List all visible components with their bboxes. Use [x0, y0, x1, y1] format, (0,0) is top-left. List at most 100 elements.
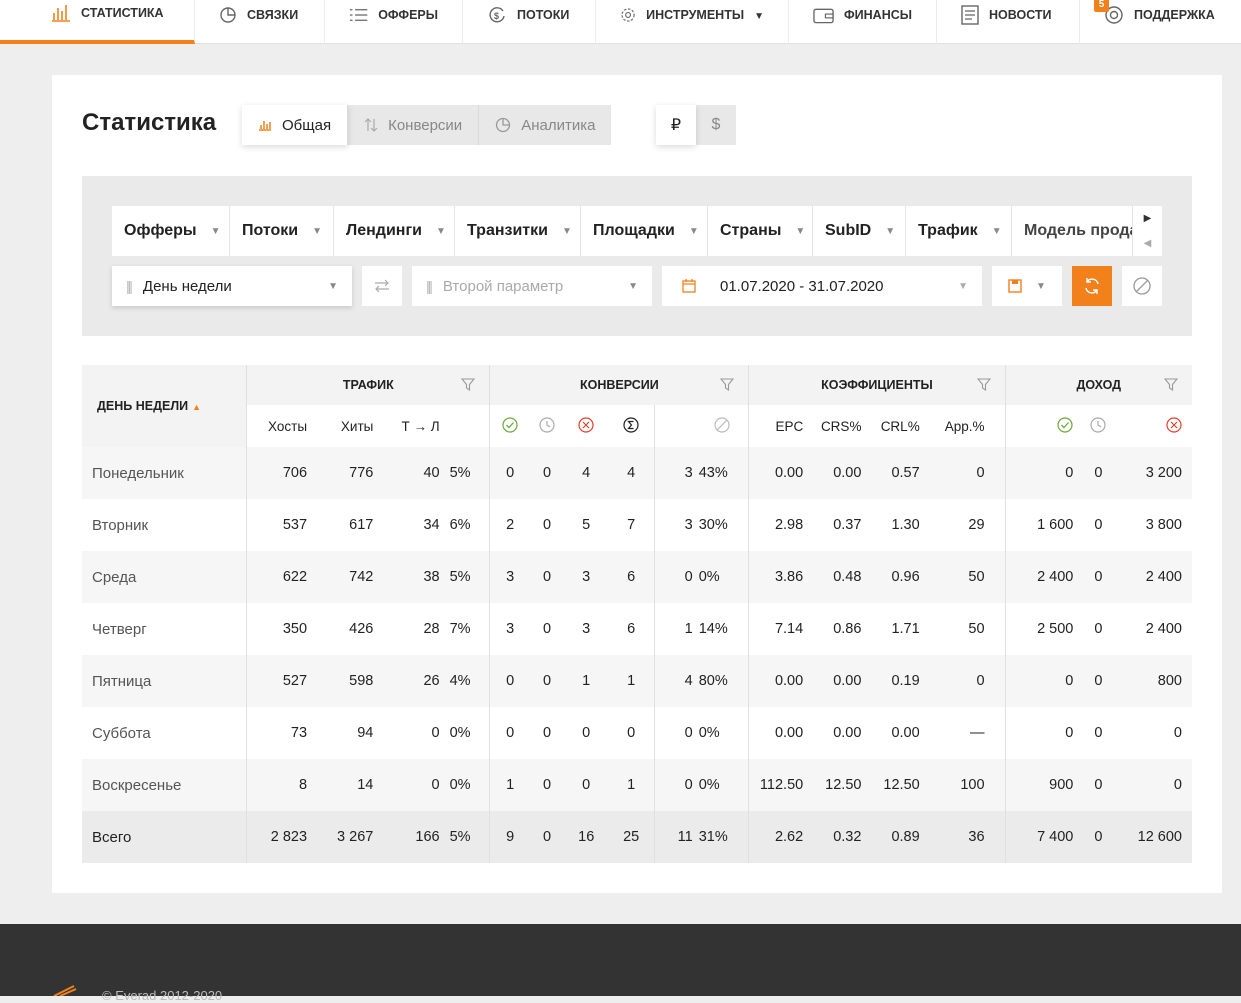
no-entry-icon	[714, 416, 731, 433]
tab-general[interactable]: Общая	[242, 105, 349, 145]
cell-crs: 0.37	[833, 517, 862, 533]
cell-tl: 40	[383, 447, 440, 499]
filter-tab-sites[interactable]: Площадки ▼	[581, 206, 708, 256]
cell-crl: 1.30	[891, 517, 920, 533]
chevron-down-icon: ▼	[628, 280, 638, 292]
filter-tab-flows[interactable]: Потоки ▼	[230, 206, 334, 256]
filter-tab-subid[interactable]: SubID ▼	[813, 206, 906, 256]
filter-tab-landings[interactable]: Лендинги ▼	[334, 206, 455, 256]
cell-inc_rej: 3 200	[1113, 447, 1192, 499]
table-row: Понедельник 706 776 40 5% 0 0 4 4 3 43% 0.00 0.00 0.5…	[82, 447, 1192, 499]
col-pending[interactable]	[529, 405, 565, 447]
cell-c_ok: 3	[489, 551, 530, 603]
nav-tools[interactable]: Инструменты ▼	[596, 0, 789, 44]
col-crl[interactable]: CRL%	[871, 405, 930, 447]
col-epc[interactable]: EPC	[748, 405, 814, 447]
cell-app: 50	[929, 551, 1006, 603]
filter-funnel-icon[interactable]	[720, 378, 735, 391]
filter-tab-sales-model[interactable]: Модель прода	[1012, 206, 1150, 256]
currency-usd[interactable]: $	[696, 105, 736, 145]
cell-tlp: 5%	[439, 447, 491, 499]
table-row: Суббота 73 94 0 0% 0 0 0 0 0 0% 0.00 0.00 0.00—0 0 0	[82, 707, 1192, 759]
arrow-right-icon[interactable]: ▶	[1133, 206, 1162, 231]
cell-trash: 11	[654, 811, 699, 863]
currency-rub[interactable]: ₽	[656, 105, 696, 145]
group-traffic: Трафик	[246, 365, 491, 405]
gear-icon	[621, 8, 635, 22]
tab-analytics[interactable]: Аналитика	[479, 105, 611, 145]
cell-c_wait: 0	[543, 517, 552, 533]
nav-links[interactable]: Связки	[195, 0, 325, 44]
footer: © Everad 2012-2020	[0, 924, 1241, 1003]
tab-conversions[interactable]: Конверсии	[348, 105, 480, 145]
row-day-label: Четверг	[82, 603, 248, 655]
cell-c_rej: 1	[564, 655, 609, 707]
cell-app: 50	[929, 603, 1006, 655]
cell-crl: 0.89	[871, 811, 930, 863]
second-param-select[interactable]: ||| Второй параметр ▼	[412, 266, 652, 306]
cell-tl: 26	[383, 655, 440, 707]
cell-c_wait: 0	[529, 551, 565, 603]
arrow-left-icon[interactable]: ◀	[1133, 231, 1162, 256]
col-hits[interactable]: Хиты	[317, 405, 384, 447]
cell-hits: 94	[357, 725, 374, 741]
cell-tlp: 6%	[439, 499, 491, 551]
nav-finance[interactable]: Финансы	[789, 0, 937, 44]
chevron-down-icon: ▼	[210, 225, 221, 237]
col-trash[interactable]	[698, 405, 750, 447]
cell-c_wait: 0	[529, 447, 565, 499]
cell-c_ok: 1	[489, 759, 530, 811]
cell-c_rej: 0	[564, 759, 609, 811]
chevron-down-icon: ▼	[435, 225, 446, 237]
date-range-picker[interactable]: 01.07.2020 - 31.07.2020 ▼	[662, 266, 982, 306]
nav-flows[interactable]: $ Потоки	[463, 0, 596, 44]
col-transit-landing[interactable]: Т → Л	[383, 405, 440, 447]
cell-inc_ok: 900	[1005, 759, 1084, 811]
cell-app: 100	[929, 759, 1006, 811]
filter-funnel-icon[interactable]	[461, 378, 476, 391]
filter-funnel-icon[interactable]	[1164, 378, 1178, 391]
floppy-disk-icon	[1008, 279, 1022, 293]
cell-c_sum: 25	[608, 811, 655, 863]
col-income-rejected[interactable]	[1113, 405, 1192, 447]
filter-tab-countries[interactable]: Страны ▼	[708, 206, 813, 256]
newspaper-icon	[961, 5, 979, 25]
cell-inc_wait: 0	[1083, 759, 1114, 811]
svg-text:$: $	[494, 11, 499, 21]
pie-chart-icon	[496, 117, 511, 133]
nav-statistics[interactable]: Статистика	[0, 0, 195, 44]
filter-tab-traffic[interactable]: Трафик ▼	[906, 206, 1012, 256]
col-sum[interactable]	[608, 405, 655, 447]
col-approve-rate[interactable]: App.%	[929, 405, 1006, 447]
cell-inc_ok: 7 400	[1005, 811, 1084, 863]
nav-offers[interactable]: Офферы	[325, 0, 463, 44]
col-crs[interactable]: CRS%	[813, 405, 872, 447]
save-preset-button[interactable]: ▼	[992, 266, 1062, 306]
group-param-select[interactable]: ||| День недели ▼	[112, 266, 352, 306]
page-title: Статистика	[82, 109, 217, 136]
nav-support[interactable]: 5 Поддержка	[1080, 0, 1241, 44]
pie-chart-icon	[220, 7, 236, 23]
cell-c_rej: 16	[564, 811, 609, 863]
refresh-icon	[1085, 278, 1099, 294]
filter-tabs: Офферы ▼ Потоки ▼ Лендинги ▼ Транзитки ▼ Пло…	[112, 206, 1162, 256]
reset-button[interactable]	[1122, 266, 1162, 306]
filter-funnel-icon[interactable]	[976, 378, 991, 391]
cell-trashp: 31%	[698, 811, 750, 863]
nav-news[interactable]: Новости	[937, 0, 1080, 44]
wallet-icon	[813, 8, 834, 24]
col-income-pending[interactable]	[1083, 405, 1114, 447]
filter-tab-offers[interactable]: Офферы ▼	[112, 206, 230, 256]
swap-params-button[interactable]	[362, 266, 402, 306]
cell-crl: 0.19	[871, 655, 930, 707]
cell-trash: 1	[654, 603, 699, 655]
cell-epc: 0.00	[748, 655, 814, 707]
refresh-button[interactable]	[1072, 266, 1112, 306]
check-circle-icon	[1057, 416, 1073, 433]
col-income-approved[interactable]	[1005, 405, 1084, 447]
filter-tab-transits[interactable]: Транзитки ▼	[455, 206, 581, 256]
col-hosts[interactable]: Хосты	[246, 405, 318, 447]
sort-header-day[interactable]: День недели ▲	[82, 365, 248, 447]
col-rejected[interactable]	[564, 405, 609, 447]
col-approved[interactable]	[489, 405, 530, 447]
